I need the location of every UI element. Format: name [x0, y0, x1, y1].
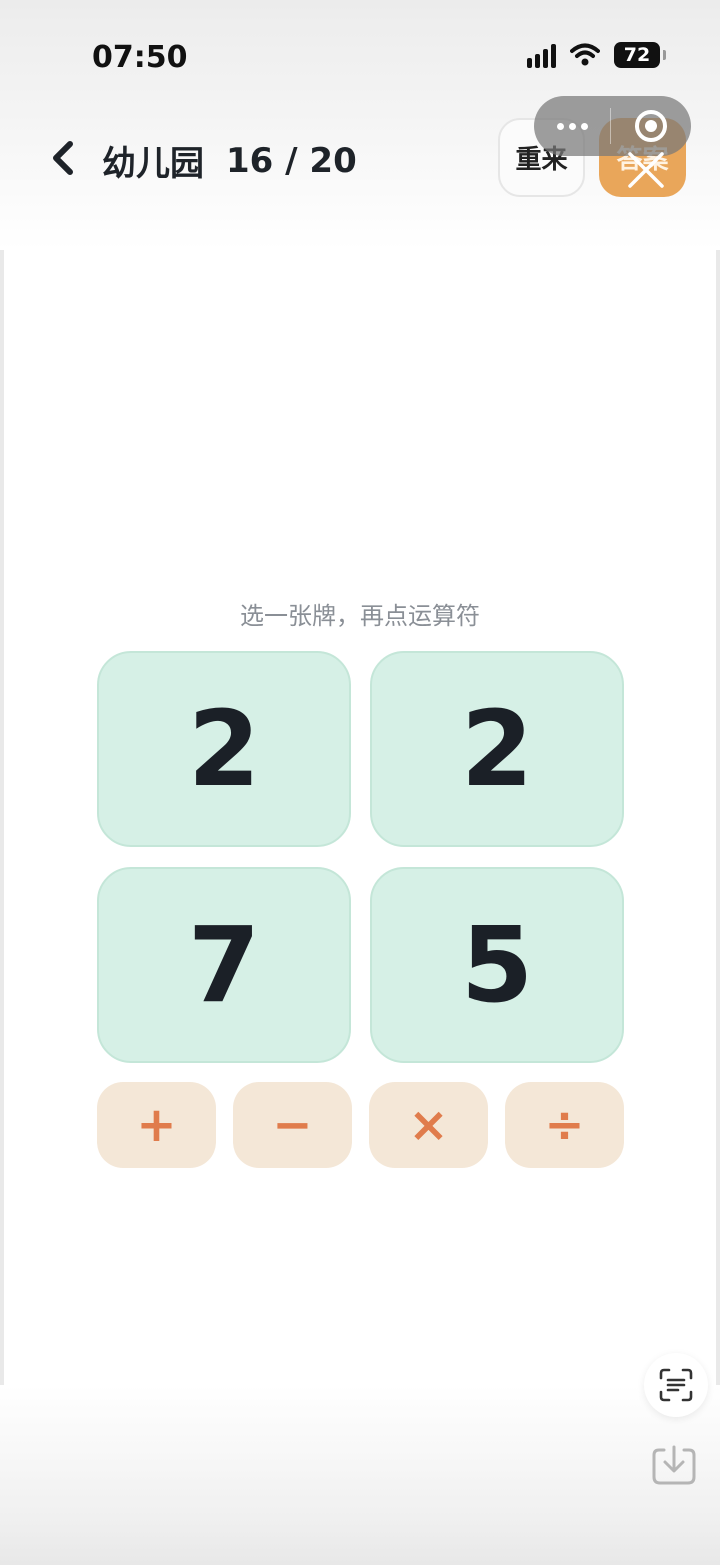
target-icon: [635, 110, 667, 142]
bottom-background: [0, 1385, 720, 1565]
download-button[interactable]: [650, 1443, 698, 1487]
divide-operator-button[interactable]: ÷: [505, 1082, 624, 1168]
signal-icon: [527, 42, 556, 68]
more-options-icon[interactable]: [534, 96, 610, 156]
number-card[interactable]: 2: [370, 651, 624, 847]
number-card[interactable]: 5: [370, 867, 624, 1063]
multiply-operator-button[interactable]: ×: [369, 1082, 488, 1168]
level-name: 幼儿园: [102, 144, 204, 184]
capsule-target-button[interactable]: [611, 96, 691, 156]
number-card[interactable]: 2: [97, 651, 351, 847]
close-icon[interactable]: [624, 148, 668, 192]
miniprogram-capsule: [534, 96, 691, 156]
wifi-icon: [570, 43, 600, 66]
download-icon: [652, 1445, 696, 1485]
level-progress: 16 / 20: [226, 140, 357, 181]
subtract-operator-button[interactable]: −: [233, 1082, 352, 1168]
status-time: 07:50: [92, 40, 188, 75]
number-card[interactable]: 7: [97, 867, 351, 1063]
back-chevron-icon[interactable]: [46, 138, 80, 178]
battery-icon: 72: [614, 42, 666, 68]
status-indicators: 72: [527, 42, 666, 68]
scan-text-button[interactable]: [644, 1353, 708, 1417]
instruction-hint: 选一张牌，再点运算符: [240, 602, 480, 630]
add-operator-button[interactable]: +: [97, 1082, 216, 1168]
scan-text-icon: [659, 1368, 693, 1402]
page-title: 幼儿园 16 / 20: [102, 136, 357, 185]
